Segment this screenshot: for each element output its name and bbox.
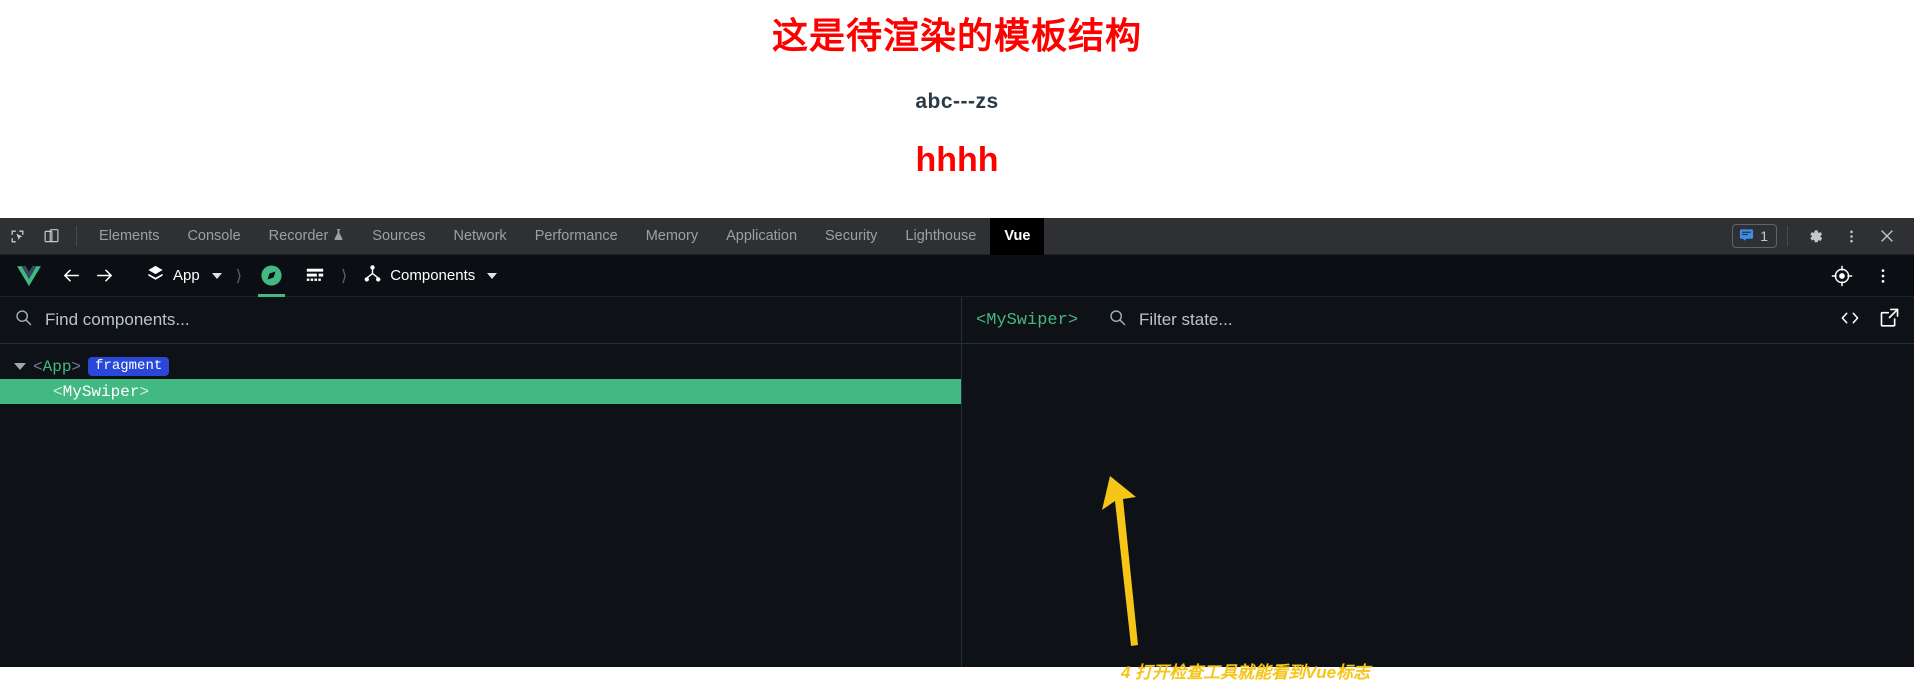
tag-open-bracket-2: <	[53, 382, 63, 401]
component-state-pane: <MySwiper>	[962, 297, 1914, 667]
devtools-tabstrip-actions: 1	[1732, 221, 1914, 251]
tab-vue[interactable]: Vue	[990, 217, 1045, 255]
more-options-icon[interactable]	[1834, 221, 1868, 251]
tab-network[interactable]: Network	[440, 218, 521, 255]
devtools-window: Elements Console Recorder Sources Networ…	[0, 217, 1914, 682]
state-filter-input[interactable]	[1139, 310, 1827, 330]
tag-close-bracket: >	[71, 357, 82, 376]
layers-icon	[146, 264, 165, 287]
search-icon-state	[1108, 308, 1127, 332]
app-selector-label: App	[173, 267, 200, 284]
tree-row-myswiper[interactable]: <MySwiper>	[0, 379, 961, 404]
tab-elements[interactable]: Elements	[85, 218, 173, 255]
component-search-row	[0, 297, 961, 344]
devtools-tabstrip: Elements Console Recorder Sources Networ…	[0, 217, 1914, 255]
close-devtools-icon[interactable]	[1870, 221, 1904, 251]
issues-count: 1	[1760, 228, 1768, 244]
tab-console[interactable]: Console	[173, 218, 254, 255]
fragment-badge: fragment	[88, 357, 170, 376]
compass-inspector-icon[interactable]	[252, 255, 291, 297]
breadcrumb-chevron-2: ⟩	[340, 267, 348, 285]
back-arrow-icon[interactable]	[56, 259, 87, 293]
rendered-page-area: 这是待渲染的模板结构 abc---zs hhhh	[0, 0, 1914, 218]
tab-performance[interactable]: Performance	[521, 218, 632, 255]
vue-devtools-toolbar: App ⟩ ⟩ Components	[0, 255, 1914, 297]
annotation-text: 4 打开检查工具就能看到Vue标志	[1121, 663, 1371, 682]
vue-more-options-icon[interactable]	[1868, 259, 1898, 293]
select-component-target-icon[interactable]	[1826, 259, 1858, 293]
tree-row-app[interactable]: <App> fragment	[0, 354, 961, 379]
open-in-editor-code-icon[interactable]	[1839, 308, 1861, 333]
tab-vue-label: Vue	[1004, 228, 1031, 244]
tab-elements-label: Elements	[99, 228, 160, 244]
component-search-input[interactable]	[45, 310, 947, 330]
tab-memory[interactable]: Memory	[632, 218, 712, 255]
tab-application-label: Application	[726, 228, 798, 244]
flask-icon	[333, 228, 344, 245]
page-heading: hhhh	[915, 141, 999, 179]
tab-application[interactable]: Application	[712, 218, 811, 255]
tab-sources-label: Sources	[372, 228, 426, 244]
tab-recorder-label: Recorder	[268, 228, 329, 244]
breadcrumb-chevron-1: ⟩	[235, 267, 242, 285]
tab-performance-label: Performance	[534, 228, 618, 244]
vue-toolbar-actions	[1826, 259, 1904, 293]
tag-name-app: App	[42, 357, 72, 376]
chevron-down-icon-2	[487, 272, 498, 279]
component-tree: <App> fragment <MySwiper>	[0, 344, 961, 667]
search-icon	[14, 308, 33, 332]
state-pane-actions	[1839, 307, 1900, 333]
tag-open-bracket: <	[33, 357, 43, 376]
tree-row-myswiper-tag: <MySwiper>	[53, 383, 149, 401]
selected-component-label: <MySwiper>	[976, 310, 1079, 330]
inspect-element-icon[interactable]	[0, 221, 34, 251]
app-selector[interactable]: App	[140, 259, 226, 293]
tree-row-app-tag: <App>	[33, 358, 81, 376]
tag-name-myswiper: MySwiper	[62, 382, 140, 401]
tab-security-label: Security	[825, 228, 878, 244]
device-toolbar-icon[interactable]	[34, 221, 68, 251]
vue-logo-icon	[10, 259, 54, 293]
component-tree-icon	[363, 264, 382, 287]
page-subtitle: abc---zs	[915, 90, 999, 113]
tab-recorder[interactable]: Recorder	[255, 218, 359, 255]
expand-triangle-icon[interactable]	[14, 363, 26, 370]
detach-window-icon[interactable]	[1879, 307, 1900, 333]
state-filter-row: <MySwiper>	[962, 297, 1914, 344]
tab-lighthouse-label: Lighthouse	[905, 228, 977, 244]
component-tree-pane: <App> fragment <MySwiper>	[0, 297, 962, 667]
forward-arrow-icon[interactable]	[89, 259, 120, 293]
component-data-icon[interactable]	[299, 259, 331, 293]
tab-security[interactable]: Security	[811, 218, 891, 255]
view-selector[interactable]: Components	[357, 259, 501, 293]
tabstrip-divider	[76, 226, 77, 246]
tab-memory-label: Memory	[645, 228, 699, 244]
tag-close-bracket-2: >	[139, 382, 150, 401]
view-selector-label: Components	[390, 267, 476, 284]
tab-lighthouse[interactable]: Lighthouse	[891, 218, 990, 255]
page-title: 这是待渲染的模板结构	[771, 15, 1142, 56]
issues-icon	[1739, 227, 1754, 245]
chevron-down-icon	[211, 272, 222, 279]
issues-chip[interactable]: 1	[1732, 224, 1777, 248]
actions-divider	[1787, 226, 1788, 246]
tab-sources[interactable]: Sources	[358, 218, 439, 255]
state-content-empty	[962, 344, 1914, 667]
tab-network-label: Network	[453, 228, 507, 244]
settings-gear-icon[interactable]	[1798, 221, 1832, 251]
tab-console-label: Console	[187, 228, 241, 244]
vue-devtools-panes: <App> fragment <MySwiper> <MySwiper>	[0, 297, 1914, 667]
